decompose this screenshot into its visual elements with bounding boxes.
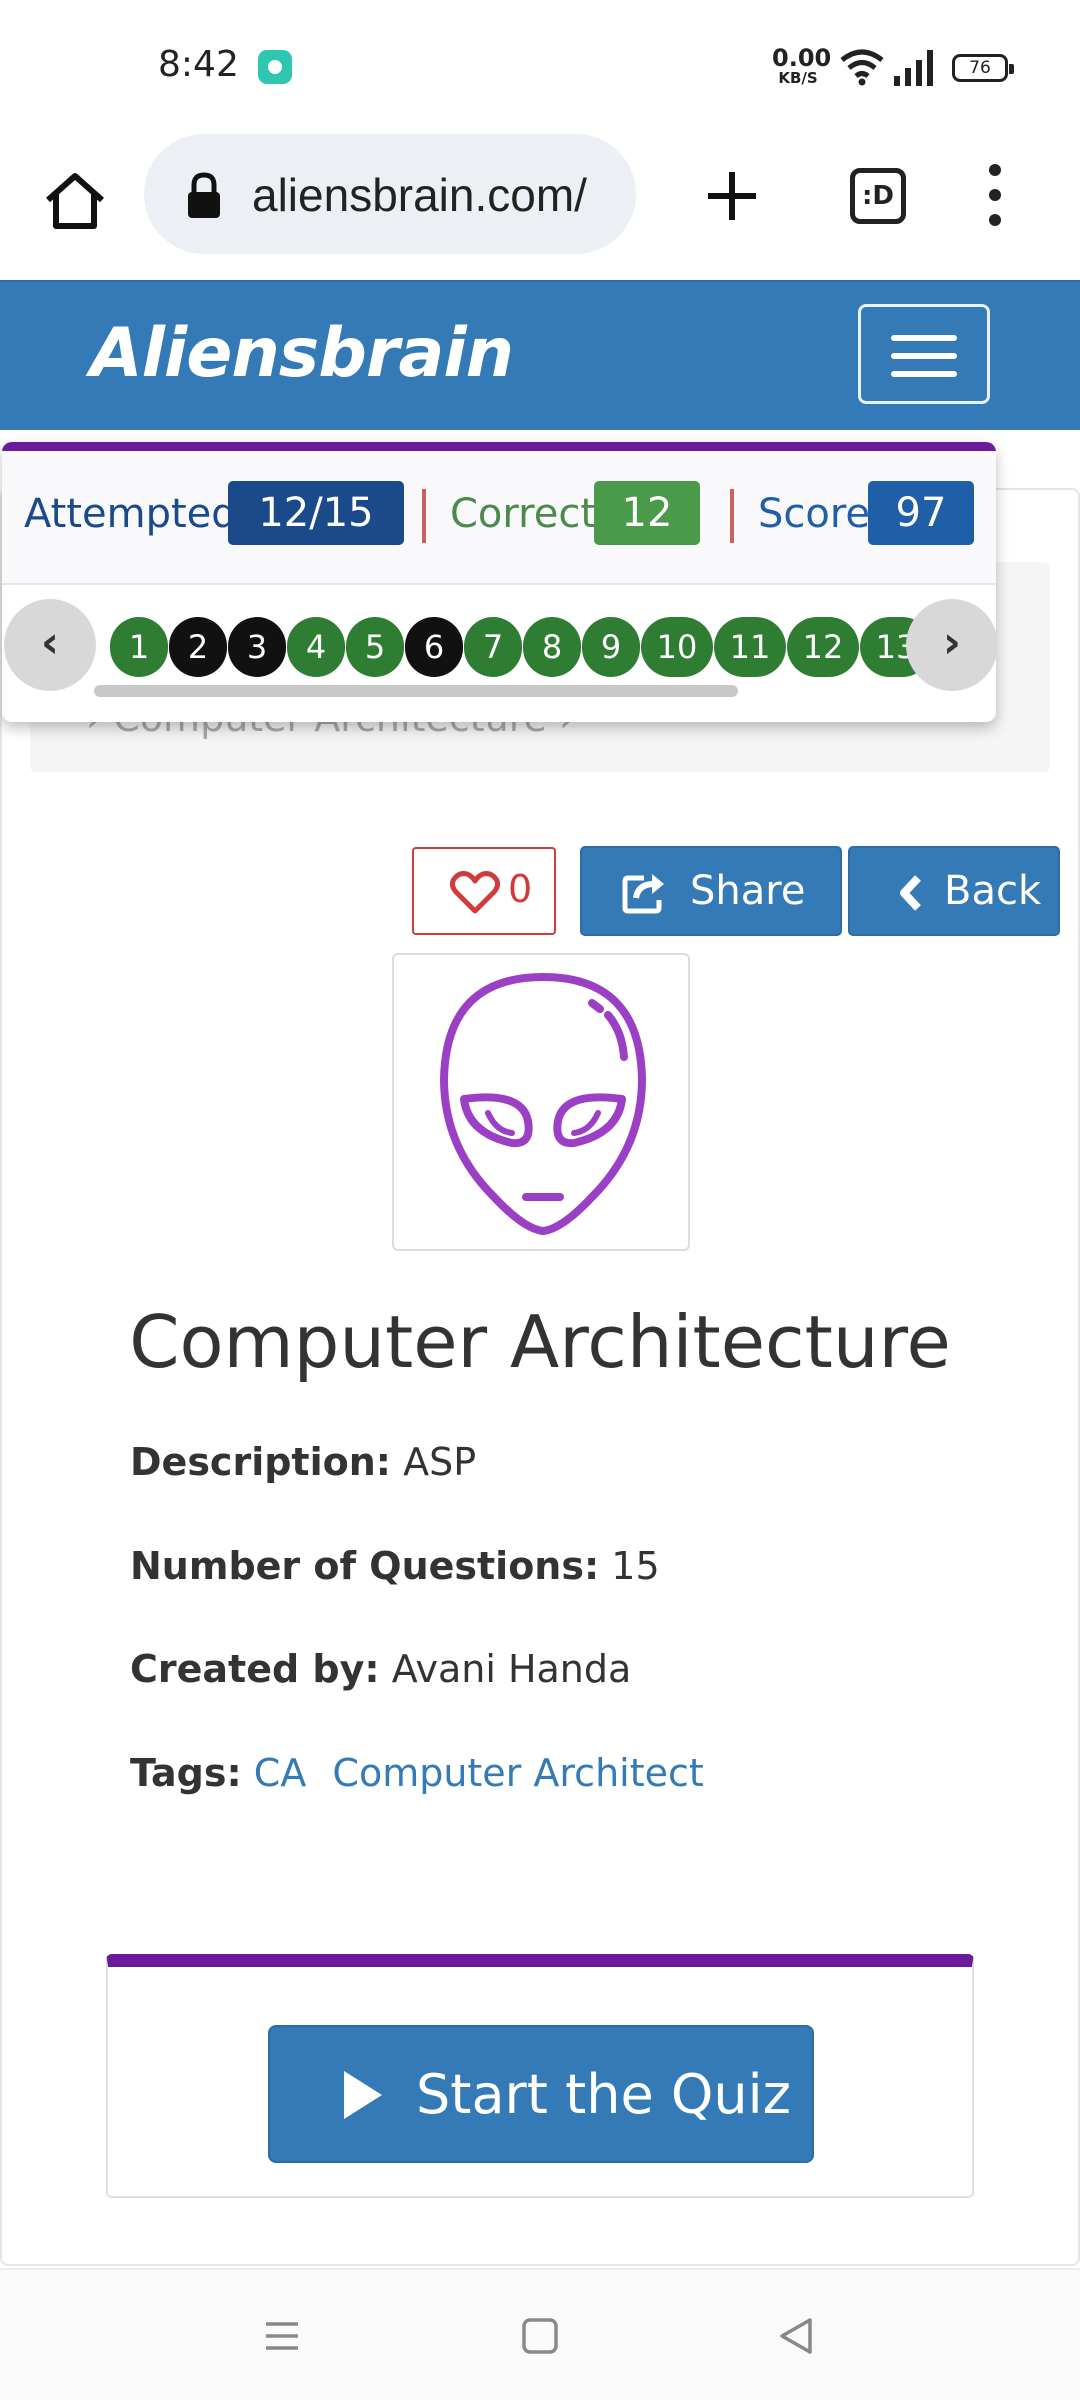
question-navigator: 1 2 3 4 5 6 7 8 9 10 11 12 13 ‹ › [2, 587, 996, 721]
tags-label: Tags: [130, 1751, 242, 1795]
network-speed-unit: KB/S [778, 69, 818, 87]
network-speed-value: 0.00 [772, 44, 832, 72]
quiz-title: Computer Architecture [129, 1300, 951, 1384]
description-label: Description: [130, 1440, 391, 1484]
question-number-button[interactable]: 11 [714, 617, 786, 677]
new-tab-icon[interactable] [700, 164, 764, 228]
author-row: Created by: Avani Handa [130, 1647, 631, 1691]
site-navbar: Aliensbrain [0, 280, 1080, 430]
share-label: Share [690, 868, 806, 914]
description-row: Description: ASP [130, 1440, 476, 1484]
alien-head-icon [440, 973, 646, 1235]
score-label: Score [758, 491, 871, 537]
url-text: aliensbrain.com/ [252, 169, 587, 221]
home-nav-icon[interactable] [520, 2316, 560, 2356]
question-number-button[interactable]: 6 [405, 617, 463, 677]
nav-toggle-button[interactable] [858, 304, 990, 404]
start-quiz-button[interactable]: Start the Quiz [268, 2025, 814, 2163]
like-button[interactable]: 0 [412, 847, 556, 935]
question-number-button[interactable]: 9 [582, 617, 640, 677]
question-count-value: 15 [611, 1544, 660, 1588]
question-number-button[interactable]: 7 [464, 617, 522, 677]
score-badge: 97 [868, 481, 974, 545]
address-bar[interactable]: aliensbrain.com/ [144, 134, 636, 254]
heart-icon [450, 871, 500, 914]
home-icon[interactable] [40, 166, 110, 236]
question-number-button[interactable]: 1 [110, 617, 168, 677]
correct-badge: 12 [594, 481, 700, 545]
question-number-button[interactable]: 2 [169, 617, 227, 677]
signal-icon [894, 50, 933, 86]
network-speed: 0.00 KB/S [772, 44, 832, 87]
author-label: Created by: [130, 1647, 380, 1691]
question-number-button[interactable]: 12 [787, 617, 859, 677]
back-label: Back [944, 868, 1042, 914]
start-quiz-card: Start the Quiz [106, 1954, 974, 2198]
prev-questions-button[interactable]: ‹ [4, 599, 96, 691]
author-value: Avani Handa [391, 1647, 632, 1691]
recent-apps-icon[interactable] [262, 2316, 302, 2356]
description-value: ASP [403, 1440, 477, 1484]
back-button[interactable]: Back [848, 846, 1060, 936]
next-questions-button[interactable]: › [906, 599, 996, 691]
question-number-button[interactable]: 3 [228, 617, 286, 677]
browser-toolbar: aliensbrain.com/ :D [0, 130, 1080, 280]
start-quiz-label: Start the Quiz [416, 2063, 791, 2126]
correct-label: Correct [450, 491, 596, 537]
wifi-icon [840, 49, 884, 86]
question-count-label: Number of Questions: [130, 1544, 600, 1588]
attempted-badge: 12/15 [228, 481, 404, 545]
system-navigation-bar [0, 2268, 1080, 2400]
tags-row: Tags: CA Computer Architect [130, 1751, 704, 1795]
site-logo[interactable]: Aliensbrain [90, 314, 514, 393]
chevron-left-icon [900, 875, 921, 911]
question-scrollbar[interactable] [94, 685, 738, 697]
tag-link[interactable]: Computer Architect [332, 1751, 703, 1795]
battery-indicator: 76 [952, 54, 1014, 82]
question-number-button[interactable]: 4 [287, 617, 345, 677]
separator [730, 489, 734, 543]
back-nav-icon[interactable] [776, 2316, 816, 2356]
question-number-button[interactable]: 8 [523, 617, 581, 677]
score-card: Attempted 12/15 Correct 12 Score 97 1234… [2, 442, 996, 722]
like-count: 0 [508, 867, 533, 911]
attempted-label: Attempted [24, 491, 237, 537]
status-bar: 8:42 0.00 KB/S 76 [0, 0, 1080, 130]
notification-app-icon [258, 50, 292, 84]
lock-icon [188, 172, 220, 218]
quiz-image [392, 953, 690, 1251]
status-time: 8:42 [158, 44, 239, 85]
share-icon [622, 874, 664, 914]
question-number-button[interactable]: 10 [641, 617, 713, 677]
score-summary: Attempted 12/15 Correct 12 Score 97 [2, 451, 996, 585]
browser-menu-icon[interactable] [980, 160, 1010, 230]
tab-switcher-button[interactable]: :D [850, 168, 906, 224]
separator [422, 489, 426, 543]
play-icon [344, 2071, 382, 2119]
tag-link[interactable]: CA [254, 1751, 307, 1795]
share-button[interactable]: Share [580, 846, 842, 936]
question-count-row: Number of Questions: 15 [130, 1544, 660, 1588]
question-number-button[interactable]: 5 [346, 617, 404, 677]
